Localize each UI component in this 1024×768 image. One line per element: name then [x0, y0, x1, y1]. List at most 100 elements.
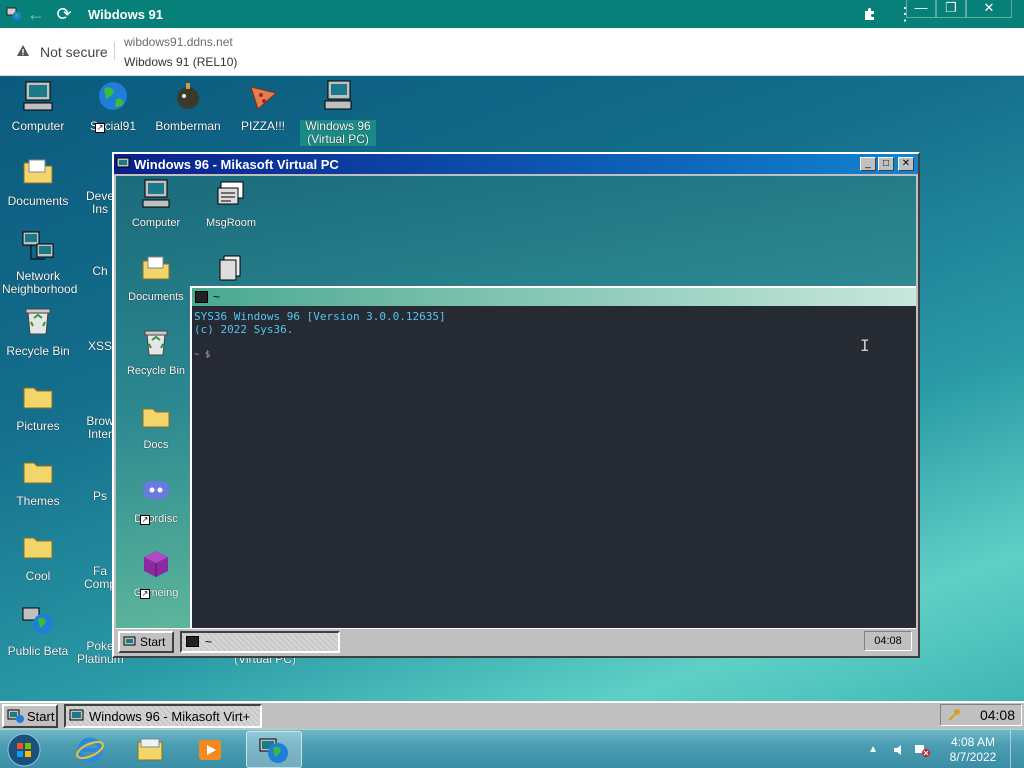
- icon-label: Public Beta: [7, 644, 69, 658]
- vpc-icon-recycle-bin[interactable]: Recycle Bin: [120, 326, 192, 377]
- icon-label: Documents: [7, 194, 69, 208]
- cube-icon: [144, 551, 168, 577]
- w7-pin-wibdows91-app[interactable]: [246, 731, 302, 768]
- vpc-icon-computer[interactable]: Computer: [120, 178, 192, 229]
- w91-tray: 04:08: [940, 704, 1022, 726]
- icon-label: PIZZA!!!: [240, 119, 285, 133]
- terminal-line: SYS36 Windows 96 [Version 3.0.0.12635]: [194, 310, 446, 323]
- clock-time: 4:08 AM: [950, 734, 996, 749]
- w7-taskbar: ▲ 4:08 AM 8/7/2022: [0, 729, 1024, 768]
- virtual-pc-icon: [69, 709, 84, 721]
- pizza-icon: [250, 86, 278, 110]
- vpc-maximize-button[interactable]: □: [878, 157, 894, 171]
- vpc-close-button[interactable]: ✕: [898, 157, 914, 171]
- computer-icon: [142, 179, 170, 208]
- files-icon: [219, 255, 241, 281]
- warning-icon[interactable]: [16, 44, 30, 58]
- security-label[interactable]: Not secure: [40, 44, 108, 60]
- w7-start-orb[interactable]: [4, 731, 44, 768]
- reload-icon: ⟳: [56, 3, 72, 24]
- terminal-icon: [195, 291, 208, 303]
- w7-system-tray: ▲ 4:08 AM 8/7/2022: [868, 730, 1024, 768]
- folder-icon: [23, 159, 53, 184]
- volume-icon[interactable]: [892, 743, 906, 757]
- desktop-icon-network[interactable]: Network Neighborhood: [0, 227, 78, 296]
- network-icon: [22, 231, 54, 260]
- w7-pin-explorer[interactable]: [122, 731, 178, 768]
- icon-label: Windows 96 (Virtual PC): [300, 120, 376, 146]
- vpc-icon-docs[interactable]: Docs: [120, 400, 192, 451]
- virtual-pc-icon: [324, 80, 352, 110]
- terminal-icon: [186, 636, 199, 647]
- desktop-icon-computer[interactable]: Computer: [0, 77, 76, 133]
- icon-label: Recycle Bin: [126, 365, 186, 377]
- vpc-title: Windows 96 - Mikasoft Virtual PC: [134, 156, 339, 172]
- vpc-start-button[interactable]: Start: [118, 630, 174, 653]
- desktop-icon-pictures[interactable]: Pictures: [0, 377, 76, 433]
- network-error-icon[interactable]: [914, 743, 930, 757]
- tray-expand-icon[interactable]: ▲: [868, 744, 878, 755]
- start-label: Start: [140, 634, 166, 649]
- show-desktop-button[interactable]: [1010, 730, 1024, 768]
- start-logo-icon: [7, 709, 24, 723]
- back-arrow-icon: ←: [27, 3, 45, 24]
- key-icon[interactable]: [947, 708, 961, 722]
- browser-title-bar: ← ⟳ Wibdows 91 ⋮ — ❐ ✕: [0, 0, 1024, 28]
- vpc-icon-msgroom[interactable]: MsgRoom: [195, 178, 267, 229]
- msgroom-icon: [217, 181, 244, 205]
- desktop-icon-public-beta[interactable]: Public Beta: [0, 602, 76, 658]
- terminal-prompt[interactable]: ~ $: [194, 349, 916, 362]
- internet-explorer-icon: [76, 737, 104, 762]
- vpc-icon-documents[interactable]: Documents: [120, 252, 192, 303]
- virtual-pc-window: Windows 96 - Mikasoft Virtual PC _ □ ✕ C…: [112, 152, 920, 658]
- close-button[interactable]: ✕: [966, 0, 1012, 18]
- back-button[interactable]: ←: [22, 0, 50, 28]
- url-text[interactable]: wibdows91.ddns.net: [124, 35, 233, 49]
- desktop-icon-windows96-vpc[interactable]: Windows 96 (Virtual PC): [300, 77, 376, 146]
- w7-clock[interactable]: 4:08 AM 8/7/2022: [940, 735, 1006, 765]
- w91-task-virtual-pc[interactable]: Windows 96 - Mikasoft Virt+: [64, 704, 262, 728]
- w7-pin-internet-explorer[interactable]: [62, 731, 118, 768]
- vpc-icon-doordisc[interactable]: ↗ Doordisc: [120, 474, 192, 525]
- folder-icon: [23, 387, 53, 409]
- desktop-icon-cool[interactable]: Cool: [0, 527, 76, 583]
- desktop-icon-bomberman[interactable]: Bomberman: [150, 77, 226, 133]
- desktop-icon-social91[interactable]: ↗ Social91: [75, 77, 151, 133]
- w91-start-button[interactable]: Start: [2, 704, 58, 728]
- icon-label: Social91: [89, 119, 137, 133]
- vpc-title-bar[interactable]: Windows 96 - Mikasoft Virtual PC: [114, 154, 918, 174]
- desktop-icon-themes[interactable]: Themes: [0, 452, 76, 508]
- bomb-icon: [177, 83, 199, 109]
- reload-button[interactable]: ⟳: [50, 0, 78, 28]
- tab-title: Wibdows 91: [88, 6, 164, 22]
- address-bar[interactable]: Not secure wibdows91.ddns.net Wibdows 91…: [0, 28, 1024, 76]
- desktop-icon-documents[interactable]: Documents: [0, 152, 76, 208]
- recycle-bin-icon: [25, 308, 51, 335]
- puzzle-icon[interactable]: [862, 6, 878, 22]
- page-title: Wibdows 91 (REL10): [124, 55, 238, 69]
- icon-label: Network Neighborhood: [2, 269, 78, 296]
- icon-label: Gameing: [133, 587, 179, 599]
- vpc-task-terminal[interactable]: ~: [180, 630, 340, 653]
- windows-logo-icon: [7, 733, 41, 766]
- icon-label: Docs: [143, 439, 169, 451]
- vpc-minimize-button[interactable]: _: [860, 157, 876, 171]
- minimize-button[interactable]: —: [906, 0, 936, 18]
- terminal-title-bar[interactable]: ~: [192, 288, 916, 306]
- start-label: Start: [27, 708, 55, 724]
- restore-button[interactable]: ❐: [936, 0, 966, 18]
- terminal-window: ~ SYS36 Windows 96 [Version 3.0.0.12635]…: [190, 286, 916, 628]
- virtual-pc-icon: [116, 157, 130, 168]
- desktop-icon-pizza[interactable]: PIZZA!!!: [225, 77, 301, 133]
- w7-pin-media-player[interactable]: [182, 731, 238, 768]
- globe-icon: [99, 82, 127, 110]
- wibdows91-app-icon: [259, 738, 288, 763]
- terminal-title: ~: [213, 290, 221, 304]
- vpc-icon-gameing[interactable]: ↗ Gameing: [120, 548, 192, 599]
- vpc-clock: 04:08: [864, 631, 912, 651]
- desktop-icon-recycle-bin[interactable]: Recycle Bin: [0, 302, 76, 358]
- start-logo-icon: [123, 636, 136, 645]
- text-cursor-icon: I: [860, 336, 870, 355]
- terminal-output[interactable]: SYS36 Windows 96 [Version 3.0.0.12635] (…: [192, 306, 916, 628]
- icon-label: Recycle Bin: [6, 344, 70, 358]
